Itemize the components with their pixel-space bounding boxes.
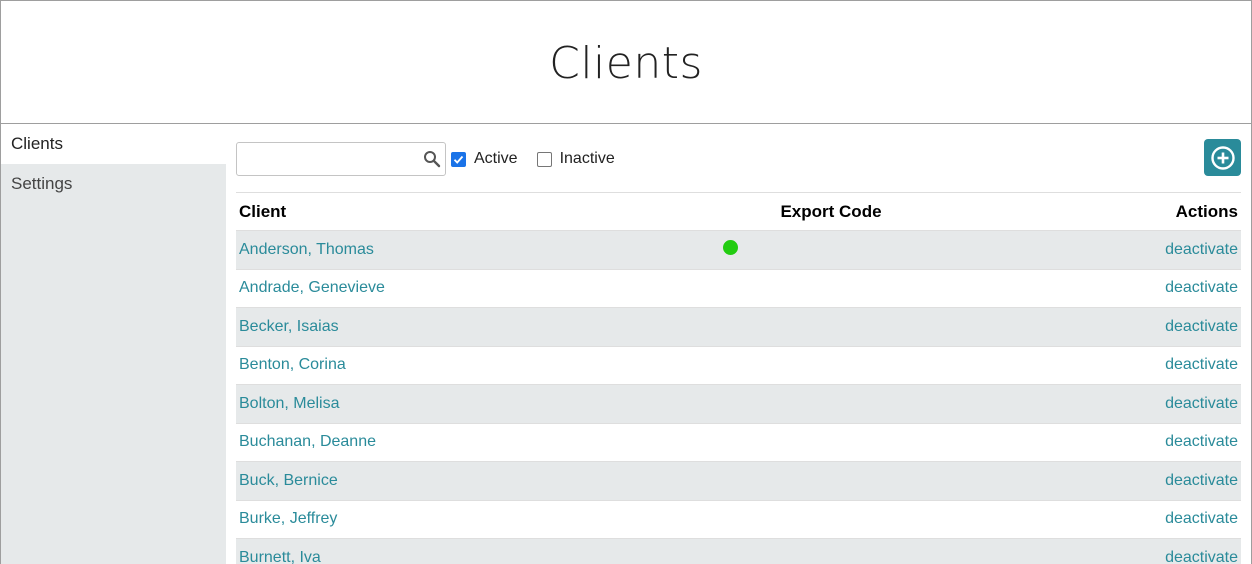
- main-panel: Active Inactive Client Export Code Actio…: [226, 124, 1251, 564]
- table-row: Benton, Corina deactivate: [236, 346, 1241, 385]
- deactivate-link[interactable]: deactivate: [1165, 549, 1238, 564]
- deactivate-link[interactable]: deactivate: [1165, 510, 1238, 527]
- search-box: [236, 142, 446, 176]
- deactivate-link[interactable]: deactivate: [1165, 279, 1238, 296]
- client-link[interactable]: Buchanan, Deanne: [239, 433, 376, 450]
- filter-inactive[interactable]: Inactive: [536, 142, 615, 176]
- client-link[interactable]: Burnett, Iva: [239, 549, 321, 564]
- table-row: Andrade, Genevieve deactivate: [236, 269, 1241, 308]
- client-link[interactable]: Bolton, Melisa: [239, 395, 340, 412]
- active-checkbox[interactable]: [451, 151, 466, 167]
- toolbar: Active Inactive: [236, 124, 1241, 192]
- table-row: Burnett, Iva deactivate: [236, 538, 1241, 564]
- checkmark-icon: [453, 155, 464, 164]
- deactivate-link[interactable]: deactivate: [1165, 356, 1238, 373]
- table-row: Buchanan, Deanne deactivate: [236, 423, 1241, 462]
- search-input[interactable]: [237, 143, 417, 175]
- search-icon[interactable]: [423, 150, 441, 168]
- client-link[interactable]: Anderson, Thomas: [239, 241, 374, 258]
- deactivate-link[interactable]: deactivate: [1165, 472, 1238, 489]
- active-label: Active: [474, 150, 518, 167]
- app-window: Clients Clients Settings Active Inactive…: [0, 0, 1252, 564]
- page-header: Clients: [1, 1, 1251, 124]
- filter-active[interactable]: Active: [451, 142, 518, 176]
- column-header-client[interactable]: Client: [236, 192, 716, 231]
- client-link[interactable]: Burke, Jeffrey: [239, 510, 337, 527]
- sidebar-item-settings[interactable]: Settings: [1, 164, 226, 204]
- deactivate-link[interactable]: deactivate: [1165, 433, 1238, 450]
- table-row: Anderson, Thomas deactivate: [236, 230, 1241, 270]
- table-row: Burke, Jeffrey deactivate: [236, 500, 1241, 539]
- add-circle-icon: [1210, 145, 1235, 170]
- table-header-row: Client Export Code Actions: [236, 192, 1241, 231]
- page-title: Clients: [549, 37, 703, 89]
- client-link[interactable]: Benton, Corina: [239, 356, 346, 373]
- client-link[interactable]: Becker, Isaias: [239, 318, 339, 335]
- client-link[interactable]: Buck, Bernice: [239, 472, 338, 489]
- clients-table: Client Export Code Actions Anderson, Tho…: [236, 192, 1241, 564]
- column-header-export-code[interactable]: Export Code: [716, 192, 946, 231]
- sidebar-item-clients[interactable]: Clients: [1, 124, 226, 164]
- inactive-checkbox[interactable]: [536, 151, 552, 167]
- inactive-label: Inactive: [559, 150, 615, 167]
- table-row: Buck, Bernice deactivate: [236, 461, 1241, 501]
- table-row: Becker, Isaias deactivate: [236, 307, 1241, 347]
- add-client-button[interactable]: [1204, 139, 1241, 176]
- deactivate-link[interactable]: deactivate: [1165, 318, 1238, 335]
- deactivate-link[interactable]: deactivate: [1165, 395, 1238, 412]
- status-dot-icon: [723, 239, 738, 255]
- sidebar: Clients Settings: [1, 124, 226, 564]
- deactivate-link[interactable]: deactivate: [1165, 241, 1238, 258]
- client-link[interactable]: Andrade, Genevieve: [239, 279, 385, 296]
- column-header-actions: Actions: [946, 192, 1241, 231]
- table-row: Bolton, Melisa deactivate: [236, 384, 1241, 424]
- content-layout: Clients Settings Active Inactive Client …: [1, 124, 1251, 564]
